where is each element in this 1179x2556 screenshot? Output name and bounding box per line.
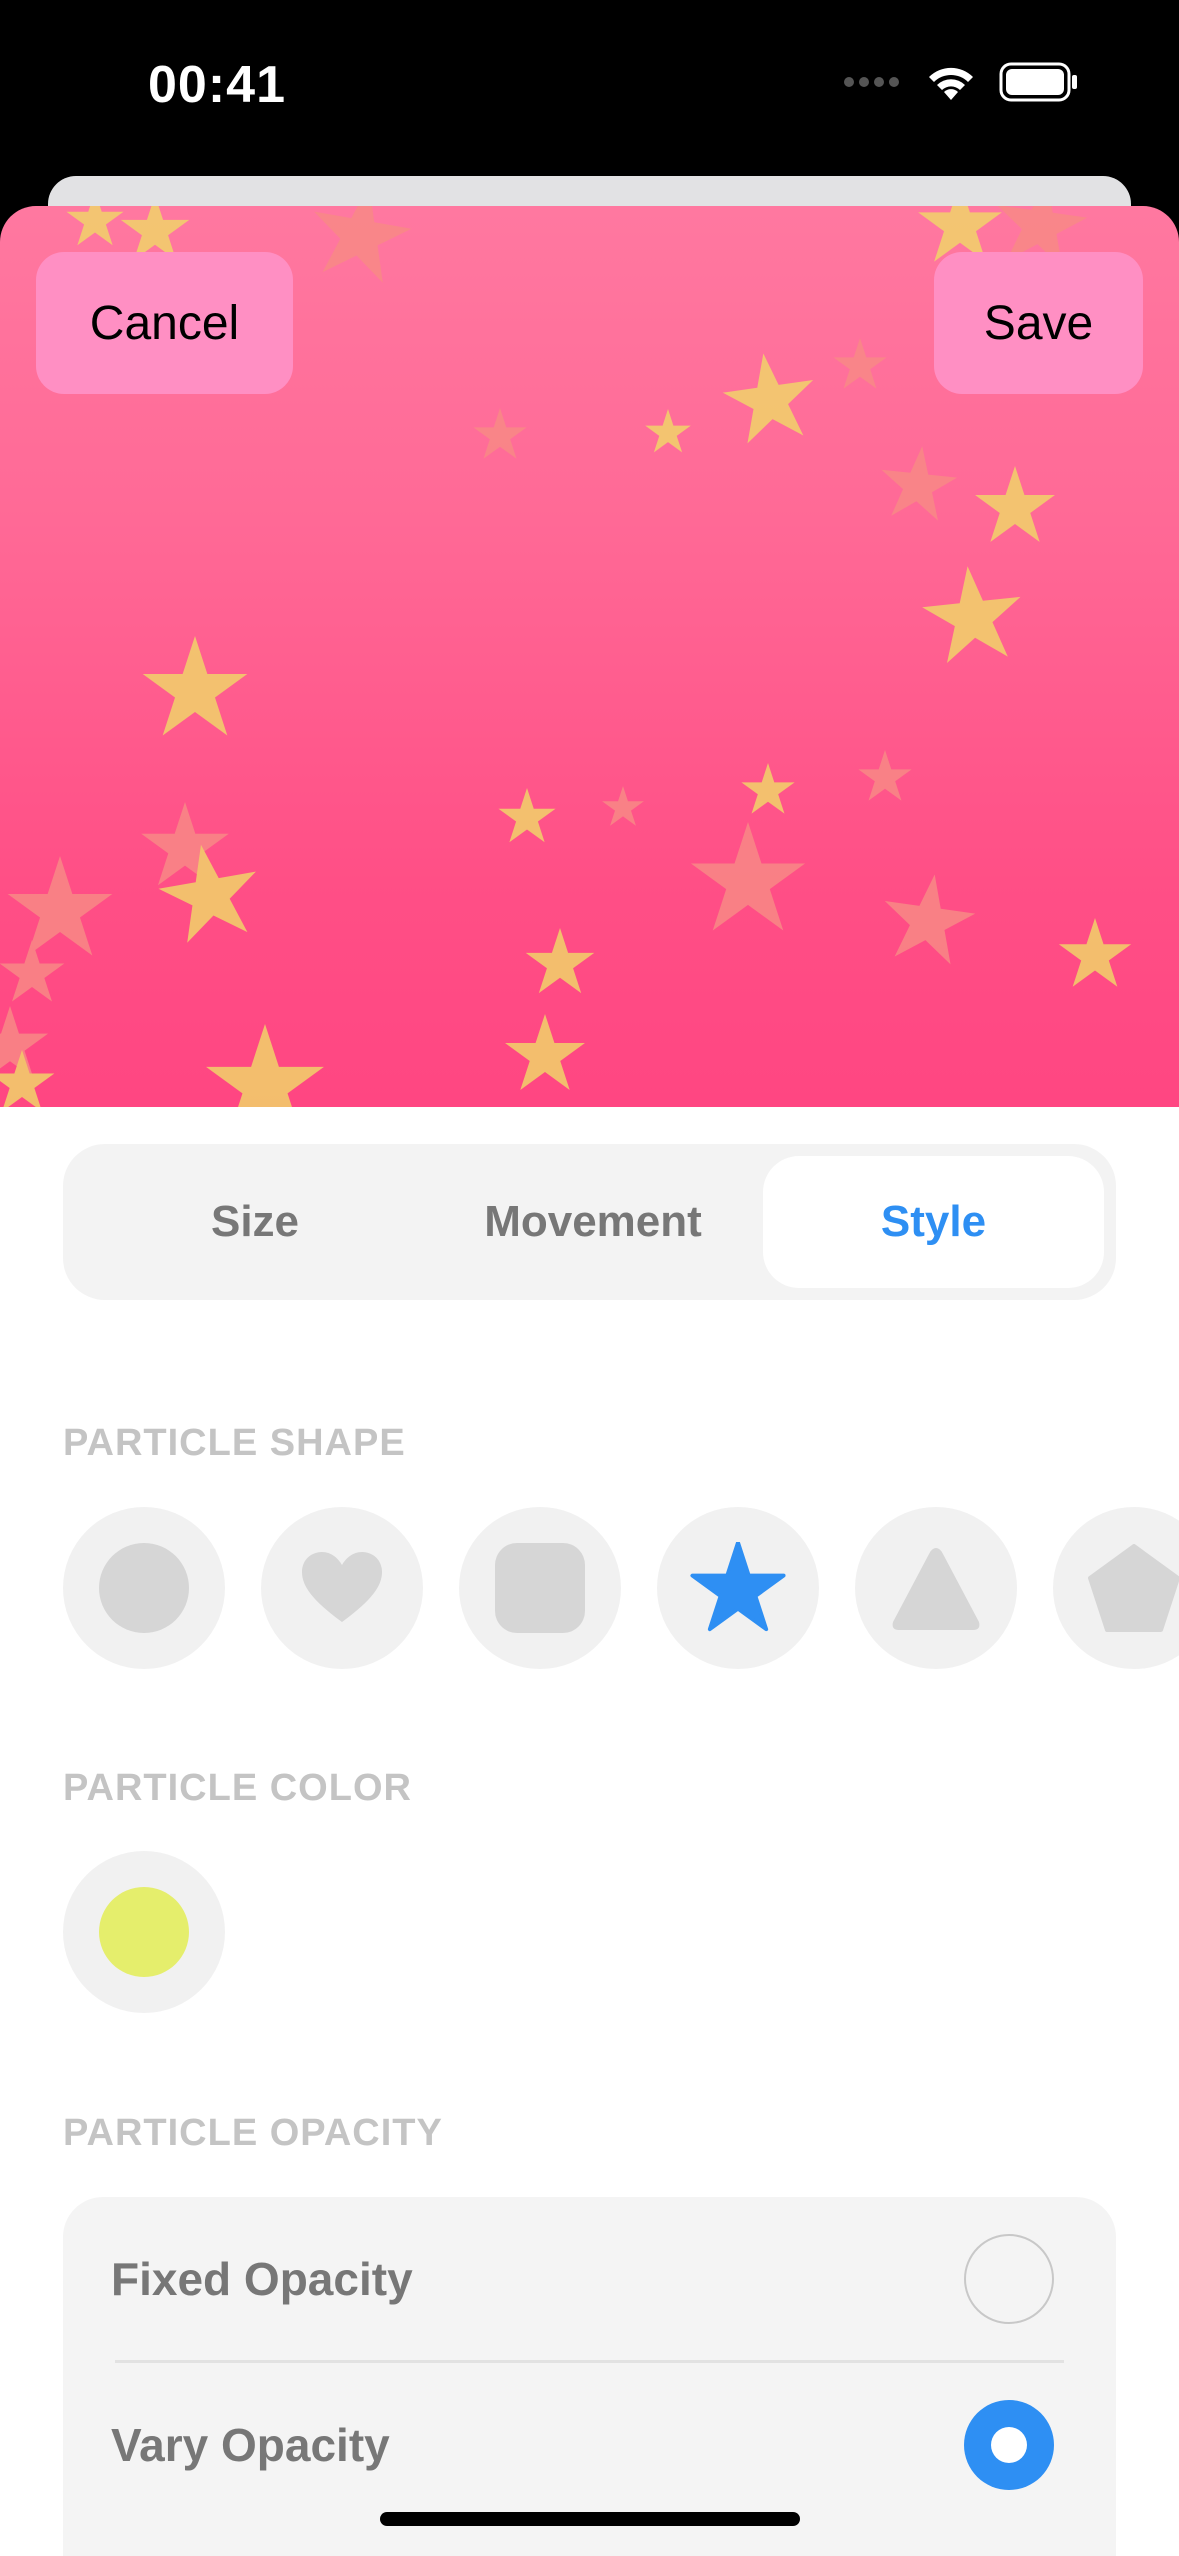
shape-heart-button[interactable] — [261, 1507, 423, 1669]
shape-triangle-button[interactable] — [855, 1507, 1017, 1669]
particle-shape-label: PARTICLE SHAPE — [63, 1422, 406, 1464]
particle-opacity-label: PARTICLE OPACITY — [63, 2112, 443, 2154]
fixed-opacity-label: Fixed Opacity — [111, 2253, 413, 2305]
circle-icon — [99, 1543, 189, 1633]
heart-icon — [302, 1552, 382, 1622]
vary-opacity-option[interactable]: Vary Opacity — [63, 2363, 1116, 2527]
battery-icon — [999, 62, 1077, 102]
triangle-icon — [892, 1548, 980, 1630]
status-icons — [843, 62, 1079, 102]
fixed-opacity-radio[interactable] — [964, 2234, 1054, 2324]
vary-opacity-radio[interactable] — [964, 2400, 1054, 2490]
cancel-button[interactable]: Cancel — [36, 252, 293, 394]
tab-movement[interactable]: Movement — [423, 1156, 763, 1288]
particle-preview: Cancel Save — [0, 206, 1179, 1107]
status-bar: 00:41 — [0, 0, 1179, 175]
vary-opacity-label: Vary Opacity — [111, 2419, 390, 2471]
segmented-control: Size Movement Style — [63, 1144, 1116, 1300]
tab-style[interactable]: Style — [763, 1156, 1104, 1288]
shape-star-button[interactable] — [657, 1507, 819, 1669]
shape-square-button[interactable] — [459, 1507, 621, 1669]
star-icon — [690, 1542, 786, 1632]
wifi-icon — [929, 67, 973, 100]
status-time: 00:41 — [148, 56, 286, 114]
tab-size[interactable]: Size — [85, 1156, 425, 1288]
particle-color-button[interactable] — [63, 1851, 225, 2013]
pentagon-icon — [1088, 1544, 1179, 1632]
rounded-square-icon — [495, 1543, 585, 1633]
home-indicator — [380, 2512, 800, 2526]
opacity-options-card: Fixed Opacity Vary Opacity — [63, 2197, 1116, 2556]
fixed-opacity-option[interactable]: Fixed Opacity — [63, 2197, 1116, 2363]
save-button[interactable]: Save — [934, 252, 1143, 394]
color-swatch — [99, 1887, 189, 1977]
particle-color-label: PARTICLE COLOR — [63, 1767, 412, 1809]
shape-circle-button[interactable] — [63, 1507, 225, 1669]
cellular-signal-icon — [844, 77, 899, 87]
